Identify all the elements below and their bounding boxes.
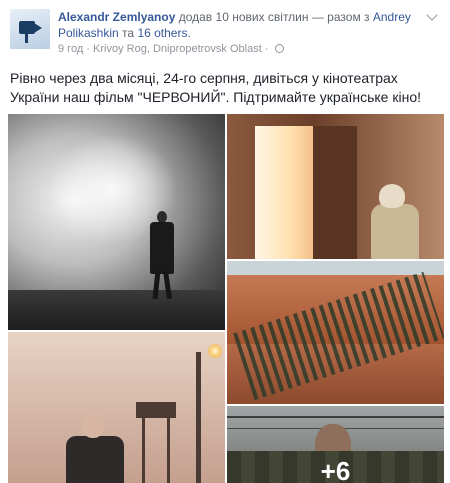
post-time-link[interactable]: 9 год [58, 43, 83, 55]
watchtower [136, 402, 176, 483]
camera-lens [34, 23, 42, 33]
chevron-down-icon[interactable] [426, 9, 438, 21]
man-figure [148, 211, 176, 311]
author-name-link[interactable]: Alexandr Zemlyanoy [58, 10, 175, 24]
conjunction-text: та [122, 26, 135, 40]
tagged-others-link[interactable]: 16 others [137, 26, 187, 40]
post-action-text: додав 10 нових світлин — разом з [178, 10, 370, 24]
post-text: Рівно через два місяці, 24-го серпня, ди… [10, 70, 421, 105]
more-photos-count[interactable]: +6 [227, 456, 444, 483]
photo-woman-door[interactable] [227, 114, 444, 259]
post-header: Alexandr Zemlyanoy додав 10 нових світли… [58, 10, 411, 40]
post-location-link[interactable]: Krivoy Rog, Dnipropetrovsk Oblast [93, 43, 262, 55]
officer-figure [66, 412, 124, 483]
globe-icon[interactable] [274, 44, 284, 53]
post-meta: 9 год · Krivoy Rog, Dnipropetrovsk Oblas… [58, 43, 284, 55]
author-avatar[interactable] [10, 9, 50, 49]
camera-stand [25, 34, 28, 43]
photo-prisoners-column[interactable] [227, 261, 444, 404]
photo-man-field[interactable] [8, 114, 225, 330]
camera-icon [19, 21, 35, 34]
woman-figure [369, 184, 425, 259]
photo-officer-tower[interactable] [8, 332, 225, 483]
photo-more-crowd[interactable]: +6 [227, 406, 444, 483]
